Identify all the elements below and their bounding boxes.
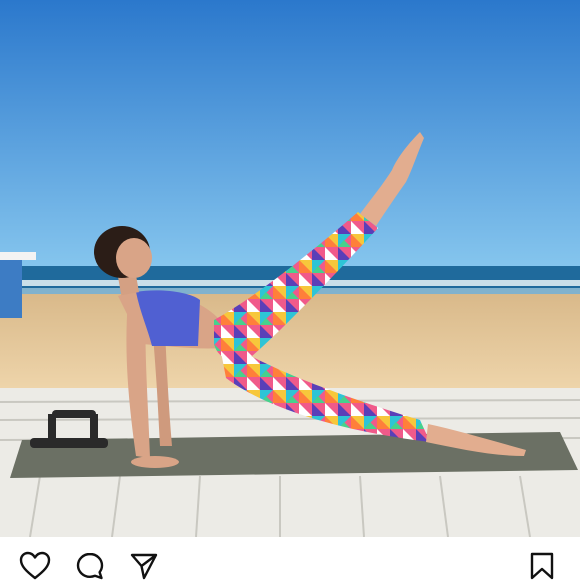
post-photo[interactable]: [0, 0, 580, 537]
paper-plane-icon: [129, 551, 159, 581]
bookmark-icon: [529, 551, 555, 581]
comment-bubble-icon: [75, 551, 105, 581]
share-button[interactable]: [128, 551, 160, 581]
heart-icon: [19, 551, 51, 581]
comment-button[interactable]: [74, 551, 106, 581]
beach-hut: [0, 260, 22, 318]
save-button[interactable]: [526, 551, 558, 581]
post-action-bar: [0, 537, 580, 580]
sky: [0, 0, 580, 270]
like-button[interactable]: [19, 551, 51, 581]
